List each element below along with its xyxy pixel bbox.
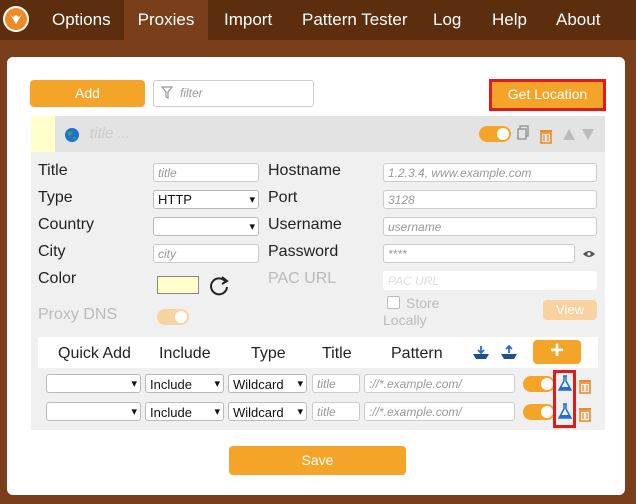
type-select[interactable]: HTTP ▾ <box>153 190 259 209</box>
pattern-title-input[interactable]: title <box>312 402 360 421</box>
delete-icon[interactable] <box>539 128 553 144</box>
title-placeholder: title <box>158 166 177 180</box>
chevron-down-icon: ▾ <box>131 406 137 418</box>
filter-placeholder: filter <box>180 86 203 100</box>
title-input[interactable]: title <box>153 163 259 182</box>
country-label: Country <box>38 216 95 233</box>
chevron-down-icon: ▾ <box>214 406 220 418</box>
view-button[interactable]: View <box>543 300 597 320</box>
tab-pattern-tester[interactable]: Pattern Tester <box>288 0 422 40</box>
username-placeholder: username <box>388 220 442 234</box>
type-label: Type <box>38 189 73 206</box>
pac-url-label: PAC URL <box>268 270 337 287</box>
header-quick-add: Quick Add <box>58 345 131 362</box>
pattern-placeholder: ://*.example.com/ <box>369 405 462 419</box>
proxy-dns-label: Proxy DNS <box>38 306 118 323</box>
chevron-down-icon: ▾ <box>297 378 303 390</box>
tab-log[interactable]: Log <box>419 0 475 40</box>
store-locally-label-2: Locally <box>383 312 427 328</box>
chevron-down-icon: ▾ <box>214 378 220 390</box>
proxy-header: title ... <box>31 116 605 152</box>
pattern-title-placeholder: title <box>317 405 336 419</box>
city-input[interactable]: city <box>153 244 259 263</box>
port-placeholder: 3128 <box>388 193 415 207</box>
quick-add-select[interactable]: ▾ <box>46 402 141 421</box>
proxy-dns-toggle[interactable] <box>157 309 189 325</box>
get-location-highlight <box>489 79 606 111</box>
foxyproxy-logo <box>3 6 29 32</box>
city-placeholder: city <box>158 247 176 261</box>
include-value: Include <box>150 405 192 420</box>
header-type: Type <box>251 345 286 362</box>
pattern-input[interactable]: ://*.example.com/ <box>364 402 515 421</box>
color-picker[interactable] <box>157 276 199 294</box>
delete-icon[interactable] <box>578 378 592 394</box>
hostname-placeholder: 1.2.3.4, www.example.com <box>388 166 532 180</box>
store-locally-checkbox[interactable] <box>387 296 400 309</box>
city-label: City <box>38 243 66 260</box>
password-label: Password <box>268 243 339 260</box>
move-up-icon[interactable] <box>563 129 575 140</box>
header-include: Include <box>159 345 211 362</box>
eye-icon[interactable] <box>583 250 595 258</box>
proxy-color-strip <box>31 116 55 152</box>
top-navigation: Options Proxies Import Pattern Tester Lo… <box>0 0 636 40</box>
pattern-enabled-toggle[interactable] <box>523 376 555 392</box>
header-title: Title <box>322 345 352 362</box>
tab-help[interactable]: Help <box>478 0 541 40</box>
store-locally-label: Store <box>406 295 440 311</box>
tab-about[interactable]: About <box>542 0 614 40</box>
save-button[interactable]: Save <box>229 446 406 475</box>
proxy-title-placeholder[interactable]: title ... <box>90 125 130 142</box>
test-pattern-highlight <box>553 370 576 428</box>
pattern-title-placeholder: title <box>317 377 336 391</box>
tab-options[interactable]: Options <box>38 0 125 40</box>
password-placeholder: **** <box>388 247 407 261</box>
chevron-down-icon: ▾ <box>249 194 255 206</box>
export-patterns-icon[interactable] <box>500 345 518 361</box>
type-select[interactable]: Wildcard ▾ <box>228 374 307 393</box>
color-label: Color <box>38 270 77 287</box>
username-label: Username <box>268 216 342 233</box>
tab-proxies[interactable]: Proxies <box>124 0 208 40</box>
chevron-down-icon: ▾ <box>131 378 137 390</box>
proxy-enabled-toggle[interactable] <box>479 126 511 142</box>
delete-icon[interactable] <box>578 406 592 422</box>
type-value: HTTP <box>158 192 192 207</box>
password-input[interactable]: **** <box>383 244 575 263</box>
chevron-down-icon: ▾ <box>249 221 255 233</box>
import-patterns-icon[interactable] <box>472 345 490 361</box>
username-input[interactable]: username <box>383 217 597 236</box>
include-select[interactable]: Include ▾ <box>145 402 224 421</box>
hostname-input[interactable]: 1.2.3.4, www.example.com <box>383 163 597 182</box>
filter-input[interactable]: filter <box>153 80 314 107</box>
pattern-placeholder: ://*.example.com/ <box>369 377 462 391</box>
move-down-icon[interactable] <box>582 129 594 140</box>
pattern-title-input[interactable]: title <box>312 374 360 393</box>
pattern-input[interactable]: ://*.example.com/ <box>364 374 515 393</box>
filter-icon <box>161 86 173 99</box>
add-pattern-button[interactable]: + <box>533 339 581 364</box>
tab-import[interactable]: Import <box>210 0 286 40</box>
pac-url-placeholder: PAC URL <box>388 274 440 288</box>
refresh-icon[interactable] <box>208 275 230 297</box>
port-label: Port <box>268 189 298 206</box>
port-input[interactable]: 3128 <box>383 190 597 209</box>
title-label: Title <box>38 162 68 179</box>
country-select[interactable]: ▾ <box>153 217 259 236</box>
globe-icon <box>65 128 79 142</box>
type-value: Wildcard <box>233 377 284 392</box>
include-value: Include <box>150 377 192 392</box>
pattern-enabled-toggle[interactable] <box>523 404 555 420</box>
include-select[interactable]: Include ▾ <box>145 374 224 393</box>
add-button[interactable]: Add <box>30 80 145 107</box>
header-pattern: Pattern <box>391 345 443 362</box>
type-value: Wildcard <box>233 405 284 420</box>
chevron-down-icon: ▾ <box>297 406 303 418</box>
quick-add-select[interactable]: ▾ <box>46 374 141 393</box>
hostname-label: Hostname <box>268 162 341 179</box>
copy-icon[interactable] <box>517 125 529 140</box>
pac-url-input[interactable]: PAC URL <box>383 271 597 290</box>
type-select[interactable]: Wildcard ▾ <box>228 402 307 421</box>
